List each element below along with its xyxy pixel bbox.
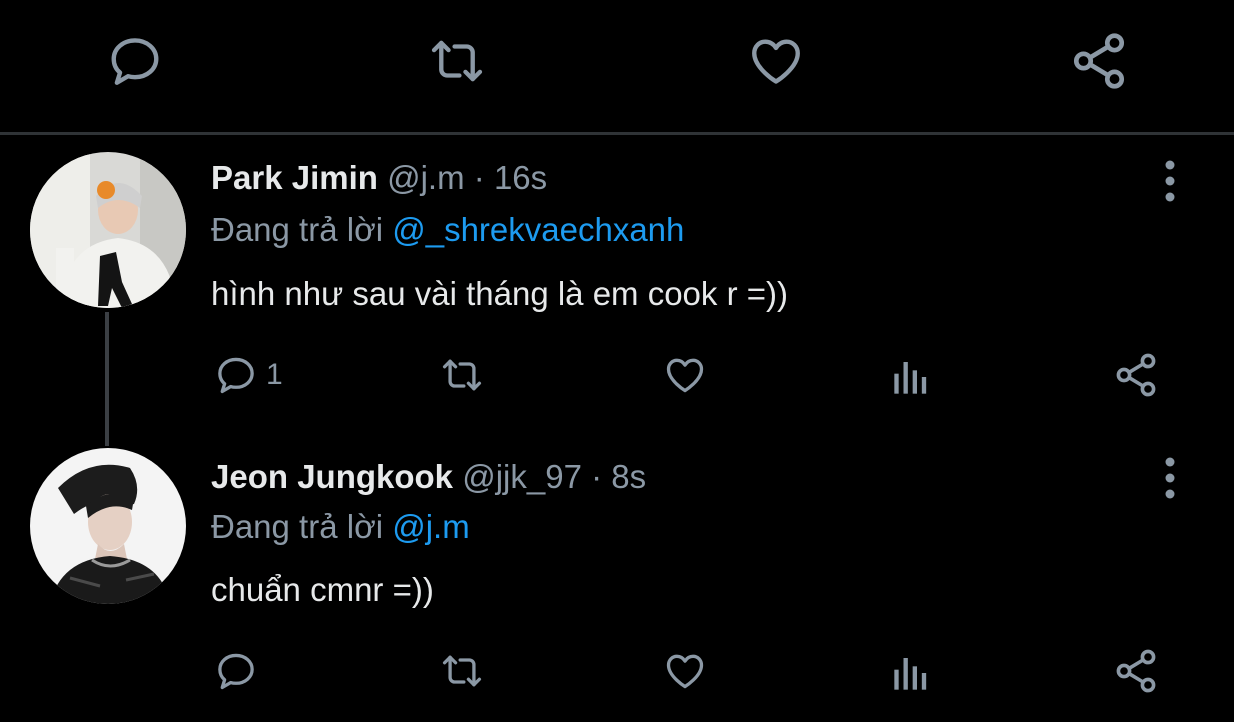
- tweet-2[interactable]: Jeon Jungkook @jjk_97 · 8s Đang trả lời …: [0, 446, 1234, 722]
- separator-dot: ·: [591, 458, 603, 495]
- mention-link[interactable]: @j.m: [392, 508, 470, 545]
- replying-to: Đang trả lời @_shrekvaechxanh: [211, 210, 684, 250]
- share-icon[interactable]: [1112, 647, 1160, 695]
- avatar[interactable]: [30, 448, 186, 604]
- replying-to-label: Đang trả lời: [211, 211, 384, 248]
- display-name[interactable]: Park Jimin: [211, 159, 378, 196]
- retweet-icon[interactable]: [436, 649, 488, 693]
- user-handle[interactable]: @jjk_97: [462, 458, 582, 495]
- heart-icon[interactable]: [746, 32, 806, 90]
- timestamp[interactable]: 8s: [611, 458, 646, 495]
- replying-to: Đang trả lời @j.m: [211, 507, 470, 547]
- reply-icon[interactable]: [106, 32, 164, 90]
- tweet-header: Park Jimin @j.m · 16s: [211, 158, 547, 198]
- share-icon[interactable]: [1112, 351, 1160, 399]
- reply-icon[interactable]: [214, 649, 258, 693]
- replying-to-label: Đang trả lời: [211, 508, 384, 545]
- tweet-1[interactable]: Park Jimin @j.m · 16s Đang trả lời @_shr…: [0, 135, 1234, 445]
- avatar[interactable]: [30, 152, 186, 308]
- analytics-icon[interactable]: [890, 653, 932, 693]
- retweet-icon[interactable]: [424, 32, 490, 90]
- tweet-text: hình như sau vài tháng là em cook r =)): [211, 275, 788, 312]
- more-options-icon[interactable]: [1160, 454, 1180, 502]
- reply-count: 1: [266, 358, 283, 391]
- heart-icon[interactable]: [662, 353, 708, 397]
- timestamp[interactable]: 16s: [494, 159, 547, 196]
- reply-icon[interactable]: [214, 353, 258, 397]
- more-options-icon[interactable]: [1160, 157, 1180, 205]
- heart-icon[interactable]: [662, 649, 708, 693]
- share-icon[interactable]: [1068, 30, 1130, 92]
- display-name[interactable]: Jeon Jungkook: [211, 458, 453, 495]
- top-action-bar: [0, 0, 1234, 135]
- mention-link[interactable]: @_shrekvaechxanh: [392, 211, 684, 248]
- user-handle[interactable]: @j.m: [387, 159, 465, 196]
- analytics-icon[interactable]: [890, 357, 932, 397]
- tweet-header: Jeon Jungkook @jjk_97 · 8s: [211, 457, 646, 497]
- retweet-icon[interactable]: [436, 353, 488, 397]
- tweet-text: chuẩn cmnr =)): [211, 571, 434, 608]
- separator-dot: ·: [473, 159, 485, 196]
